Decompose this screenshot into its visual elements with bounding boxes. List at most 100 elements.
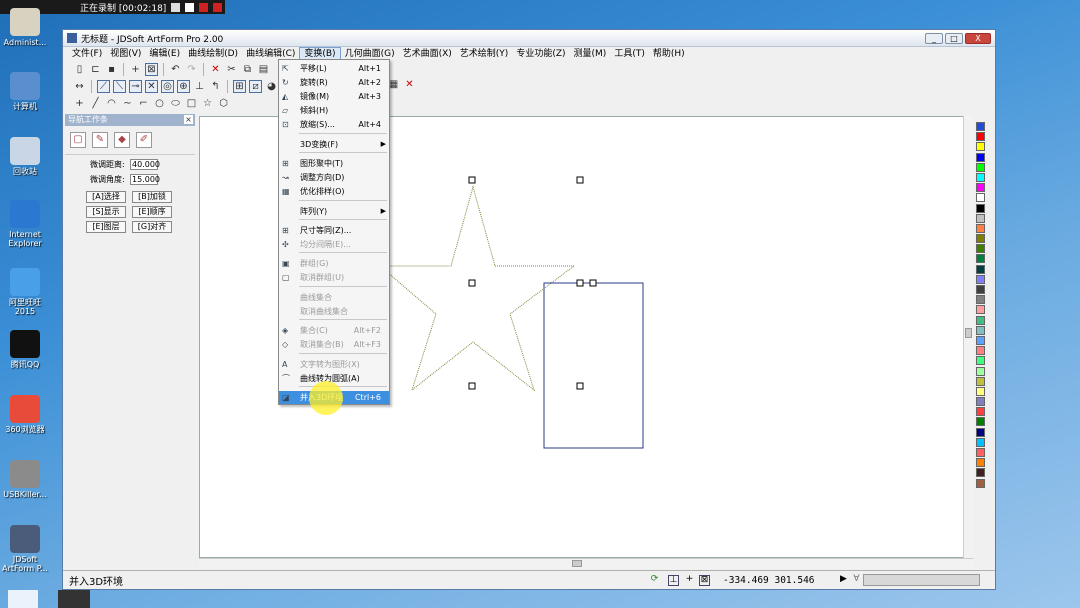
open-folder-icon[interactable]: ⊏ (89, 63, 102, 76)
pause-icon[interactable] (171, 2, 181, 12)
color-swatch[interactable] (976, 376, 985, 386)
color-swatch[interactable] (976, 274, 985, 284)
layer-button[interactable]: [E]图层 (86, 221, 126, 233)
title-bar[interactable]: 无标题 - JDSoft ArtForm Pro 2.00 _ □ X (63, 30, 995, 47)
vertical-scrollbar[interactable] (963, 116, 973, 558)
stop-icon[interactable] (199, 2, 209, 12)
ellipse-icon[interactable]: ⬭ (169, 97, 182, 110)
color-swatch[interactable] (976, 254, 985, 264)
menu-item[interactable]: 曲线绘制(D) (184, 48, 242, 61)
color-swatch[interactable] (976, 325, 985, 335)
color-swatch[interactable] (976, 285, 985, 294)
record-icon[interactable] (213, 2, 223, 12)
menu-item[interactable]: 视图(V) (106, 48, 145, 61)
copy-icon[interactable]: ⧉ (241, 63, 254, 76)
horizontal-scrollbar[interactable] (199, 558, 973, 569)
undo-icon[interactable]: ↶ (169, 63, 182, 76)
color-swatch[interactable] (976, 356, 985, 366)
tangent-icon[interactable]: ↰ (209, 80, 222, 93)
menu-item[interactable]: 阵列(Y) ▶ (279, 205, 389, 218)
menu-item[interactable]: ↝ 调整方向(D) (279, 171, 389, 184)
menu-item[interactable]: ⊡ 放缩(S)... Alt+4 (279, 118, 389, 131)
color-swatch[interactable] (976, 458, 985, 468)
snap-icon[interactable]: ⊥ (668, 574, 679, 586)
color-swatch[interactable] (976, 407, 985, 417)
zoom-icon[interactable]: ⧄ (249, 80, 262, 93)
color-swatch[interactable] (976, 264, 985, 274)
menu-item[interactable]: ▦ 优化排样(O) (279, 185, 389, 198)
menu-item[interactable]: 3D变换(F) ▶ (279, 138, 389, 151)
menu-item[interactable]: 文件(F) (68, 48, 106, 61)
menu-item[interactable]: 测量(M) (570, 48, 611, 61)
grid-snap-icon[interactable]: ⊞ (233, 80, 246, 93)
rectangle-icon[interactable]: □ (185, 97, 198, 110)
menu-item[interactable]: 艺术绘制(Y) (456, 48, 513, 61)
center-snap-icon[interactable]: ⊕ (177, 80, 190, 93)
order-button[interactable]: [E]顺序 (132, 206, 172, 218)
cross-cursor-icon[interactable]: + (684, 574, 695, 586)
menu-item[interactable]: 帮助(H) (649, 48, 689, 61)
desktop-icon[interactable]: Administ... (0, 8, 50, 47)
line-icon[interactable]: ╱ (89, 97, 102, 110)
color-swatch[interactable] (976, 315, 985, 325)
circle-icon[interactable]: ○ (153, 97, 166, 110)
cancel-icon[interactable]: ✕ (403, 78, 416, 91)
color-swatch[interactable] (976, 417, 985, 427)
break-icon[interactable]: ⊸ (129, 80, 142, 93)
show-button[interactable]: [S]显示 (86, 206, 126, 218)
menu-item[interactable]: 工具(T) (610, 48, 649, 61)
tab-pen-icon[interactable]: ✎ (92, 132, 108, 148)
render-icon[interactable]: ◕ (265, 80, 278, 93)
color-swatch[interactable] (976, 366, 985, 376)
color-swatch[interactable] (976, 223, 985, 233)
arc-icon[interactable]: ◠ (105, 97, 118, 110)
taskbar-app-icon[interactable] (58, 590, 90, 608)
close-button[interactable]: X (965, 33, 991, 44)
menu-item[interactable]: ◭ 镜像(M) Alt+3 (279, 90, 389, 103)
play-icon[interactable]: ▶ (838, 574, 849, 586)
polygon-icon[interactable]: ⬡ (217, 97, 230, 110)
menu-item[interactable]: 艺术曲面(X) (399, 48, 456, 61)
tab-layer-icon[interactable]: ◆ (114, 132, 130, 148)
menu-item[interactable]: ⇱ 平移(L) Alt+1 (279, 62, 389, 75)
color-swatch[interactable] (976, 427, 985, 437)
minimize-button[interactable]: _ (925, 33, 943, 44)
desktop-icon[interactable]: Internet Explorer (0, 200, 50, 248)
select-button[interactable]: [A]选择 (86, 191, 126, 203)
color-swatch[interactable] (976, 122, 985, 131)
color-swatch[interactable] (976, 335, 985, 345)
crosshair-icon[interactable]: + (129, 63, 142, 76)
color-swatch[interactable] (976, 213, 985, 223)
polyline-icon[interactable]: ⌐ (137, 97, 150, 110)
spline-icon[interactable]: ∼ (121, 97, 134, 110)
menu-item[interactable]: ↻ 旋转(R) Alt+2 (279, 76, 389, 89)
align-button[interactable]: [G]对齐 (132, 221, 172, 233)
color-swatch[interactable] (976, 193, 985, 203)
point-icon[interactable]: + (73, 97, 86, 110)
node-edit-icon[interactable]: ↔ (73, 80, 86, 93)
desktop-icon[interactable]: 计算机 (0, 72, 50, 111)
menu-item[interactable]: ⊞ 尺寸等同(Z)... (279, 224, 389, 237)
redo-icon[interactable]: ↷ (185, 63, 198, 76)
desktop-icon[interactable]: JDSoft ArtForm P... (0, 525, 50, 573)
color-swatch[interactable] (976, 478, 985, 488)
color-swatch[interactable] (976, 468, 985, 478)
desktop-icon[interactable]: 360浏览器 (0, 395, 50, 434)
delete-icon[interactable]: ✕ (209, 63, 222, 76)
maximize-button[interactable]: □ (945, 33, 963, 44)
color-swatch[interactable] (976, 386, 985, 396)
menu-item[interactable]: 编辑(E) (145, 48, 184, 61)
color-swatch[interactable] (976, 437, 985, 447)
trim-icon[interactable]: ⟋ (97, 80, 110, 93)
color-swatch[interactable] (976, 244, 985, 254)
star-icon[interactable]: ☆ (201, 97, 214, 110)
color-swatch[interactable] (976, 448, 985, 457)
color-swatch[interactable] (976, 346, 985, 356)
intersect-icon[interactable]: ✕ (145, 80, 158, 93)
menu-item[interactable]: 专业功能(Z) (512, 48, 569, 61)
color-swatch[interactable] (976, 183, 985, 193)
desktop-icon[interactable]: 腾讯QQ (0, 330, 50, 369)
color-swatch[interactable] (976, 132, 985, 142)
taskbar-app-icon[interactable] (8, 590, 38, 608)
menu-item[interactable]: ⊞ 图形聚中(T) (279, 157, 389, 170)
